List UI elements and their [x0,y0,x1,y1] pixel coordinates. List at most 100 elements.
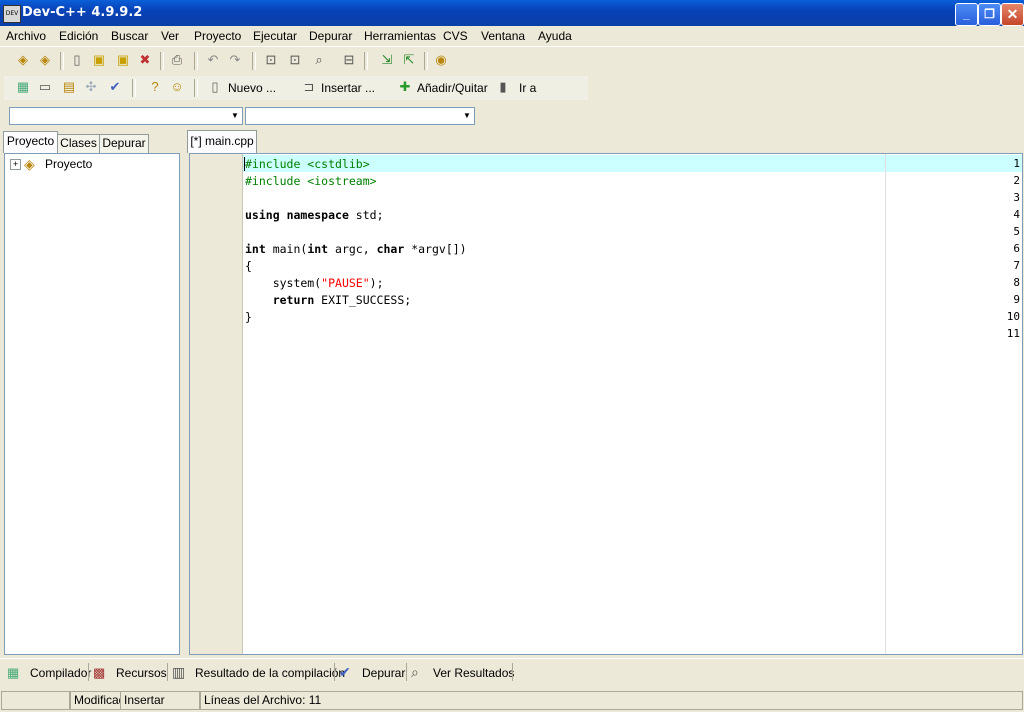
menu-ventana[interactable]: Ventana [481,29,525,43]
tab-ver-resultados[interactable]: ⌕ Ver Resultados [411,662,515,683]
open-file-icon[interactable]: ◈ [36,51,54,69]
line-number-gutter [190,154,243,654]
bottom-divider [0,658,1024,659]
menu-depurar[interactable]: Depurar [309,29,352,43]
project-options-icon[interactable]: ◉ [432,51,450,69]
help-icon[interactable]: ? [146,78,164,96]
menu-buscar[interactable]: Buscar [111,29,148,43]
restore-icon: ❐ [984,7,995,21]
line-number: 8 [1013,276,1020,289]
menu-edicion[interactable]: Edición [59,29,98,43]
project-add-icon[interactable]: ⇲ [378,51,396,69]
bar-chart-icon: ▥ [172,664,186,680]
line-number: 11 [1006,327,1020,340]
code-line[interactable]: { [245,259,252,273]
menu-herramientas[interactable]: Herramientas [364,29,436,43]
tab-compilador-label: Compilador [30,666,92,680]
tab-proyecto[interactable]: Proyecto [3,131,58,153]
status-insert-mode: Insertar [120,691,200,710]
app-icon[interactable]: DEV [3,5,21,23]
compile-run-icon[interactable]: ▤ [60,78,78,96]
tab-resultado-compilacion[interactable]: ▥ Resultado de la compilación [172,662,345,683]
code-line[interactable]: #include <cstdlib> [245,157,370,171]
goto-line-icon[interactable]: ⊟ [340,51,358,69]
insert-button[interactable]: ⊐ Insertar ... [300,78,380,98]
tree-root-label[interactable]: Proyecto [45,157,92,171]
window-title: Dev-C++ 4.9.9.2 [22,5,143,20]
bookmark-icon: ▮ [499,79,507,94]
new-file-icon[interactable]: ▯ [68,51,86,69]
line-number: 10 [1006,310,1020,323]
rebuild-icon[interactable]: ✣ [82,78,100,96]
tab-separator [88,663,89,681]
title-bar[interactable]: DEV Dev-C++ 4.9.9.2 _ ❐ ✕ [0,0,1024,26]
find-next-icon[interactable]: ⌕ [310,51,328,69]
member-combo[interactable]: ▼ [245,107,475,125]
close-button[interactable]: ✕ [1001,3,1024,26]
add-remove-label: Añadir/Quitar [417,81,488,95]
tab-main-cpp[interactable]: [*] main.cpp [187,130,257,153]
new-label: Nuevo ... [228,81,277,95]
code-line[interactable]: } [245,310,252,324]
tab-ver-resultados-label: Ver Resultados [433,666,515,680]
menu-proyecto[interactable]: Proyecto [194,29,241,43]
new-button[interactable]: ▯ Nuevo ... [204,78,277,98]
save-all-icon[interactable]: ▣ [114,51,132,69]
tree-expander-icon[interactable]: + [10,159,21,170]
status-modified: Modificado [70,691,121,710]
minimize-button[interactable]: _ [955,3,978,26]
add-icon: ✚ [399,79,411,94]
code-line[interactable]: #include <iostream> [245,174,377,188]
toolbar-separator [160,52,164,70]
compile-icon[interactable]: ▦ [14,78,32,96]
panel-splitter[interactable] [181,128,186,656]
replace-icon[interactable]: ⊡ [286,51,304,69]
save-icon[interactable]: ▣ [90,51,108,69]
line-number: 9 [1013,293,1020,306]
menu-ejecutar[interactable]: Ejecutar [253,29,297,43]
chevron-down-icon[interactable]: ▼ [228,108,242,124]
tab-depurar-bottom[interactable]: ✔ Depurar [339,662,405,683]
code-line[interactable]: return EXIT_SUCCESS; [245,293,411,307]
tab-depurar[interactable]: Depurar [99,134,149,153]
menu-ver[interactable]: Ver [161,29,179,43]
code-editor[interactable]: 1 2 3 4 5 6 7 8 9 10 11 #include <cstdli… [189,153,1023,655]
debug-check-icon[interactable]: ✔ [106,78,124,96]
about-icon[interactable]: ☺ [168,78,186,96]
redo-icon[interactable]: ↷ [226,51,244,69]
code-line[interactable]: int main(int argc, char *argv[]) [245,242,467,256]
restore-button[interactable]: ❐ [978,3,1001,26]
menu-ayuda[interactable]: Ayuda [538,29,572,43]
close-file-icon[interactable]: ✖ [136,51,154,69]
tab-compilador[interactable]: ▦ Compilador [6,662,91,683]
status-cell-position [1,691,70,710]
line-number: 7 [1013,259,1020,272]
code-line[interactable]: using namespace std; [245,208,384,222]
goto-label: Ir a [519,81,537,95]
undo-icon[interactable]: ↶ [204,51,222,69]
add-remove-bookmark-button[interactable]: ✚ Añadir/Quitar [396,78,488,98]
print-icon[interactable]: ⎙ [168,51,186,69]
toolbar-separator [194,52,198,70]
goto-bookmark-button[interactable]: ▮ Ir a [494,78,554,98]
menu-divider [0,46,1024,47]
run-icon[interactable]: ▭ [36,78,54,96]
tab-recursos[interactable]: ▩ Recursos [93,662,167,683]
toolbar-separator [132,79,136,97]
main-toolbar: ◈ ◈ ▯ ▣ ▣ ✖ ⎙ ↶ ↷ ⊡ ⊡ ⌕ ⊟ ⇲ ⇱ ◉ [4,49,464,73]
project-tree[interactable]: + ◈ Proyecto [4,153,180,655]
resources-icon: ▩ [93,665,106,680]
class-combo[interactable]: ▼ [9,107,243,125]
project-remove-icon[interactable]: ⇱ [400,51,418,69]
menu-archivo[interactable]: Archivo [6,29,46,43]
line-number: 5 [1013,225,1020,238]
chevron-down-icon[interactable]: ▼ [460,108,474,124]
find-icon[interactable]: ⊡ [262,51,280,69]
line-number: 1 [1013,157,1020,170]
tab-resultado-label: Resultado de la compilación [195,666,346,680]
open-project-icon[interactable]: ◈ [14,51,32,69]
code-line[interactable]: system("PAUSE"); [245,276,384,290]
menu-cvs[interactable]: CVS [443,29,468,43]
tab-clases[interactable]: Clases [57,134,100,153]
project-icon: ◈ [24,156,35,172]
